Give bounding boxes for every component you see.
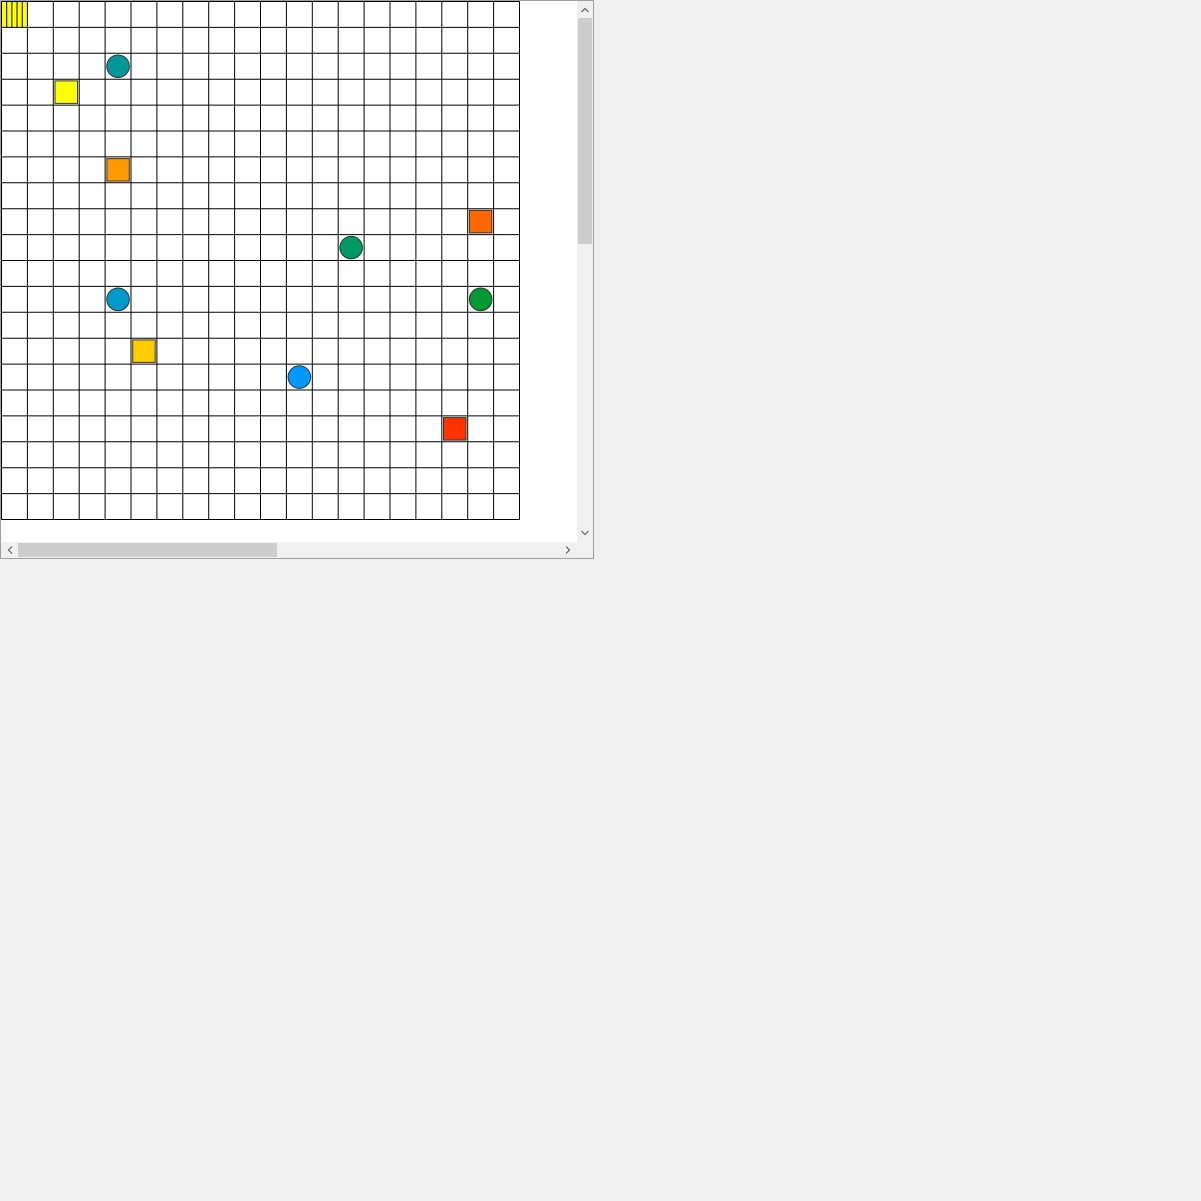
square-yellow-piece [54,80,78,104]
horizontal-scroll-thumb[interactable] [18,543,277,557]
cursor-cell [1,1,28,28]
square-amber-piece [132,339,156,363]
square-red-piece [443,417,467,441]
circle-blue-piece [287,365,312,389]
circle-teal-piece [106,54,130,79]
square-dark-orange-piece [468,209,493,234]
game-viewport [0,0,594,559]
square-orange-piece [106,158,130,182]
horizontal-scrollbar[interactable] [1,542,577,558]
chevron-left-icon[interactable] [2,542,18,558]
chevron-right-icon[interactable] [560,542,576,558]
circle-light-blue-piece [106,287,130,312]
scrollbar-corner [577,542,593,558]
vertical-scrollbar[interactable] [577,1,593,542]
circle-sea-green-piece [339,235,363,260]
chevron-up-icon[interactable] [577,2,593,18]
game-board[interactable] [1,1,520,520]
circle-green-piece [468,287,493,312]
vertical-scroll-thumb[interactable] [578,18,592,244]
chevron-down-icon[interactable] [577,525,593,541]
